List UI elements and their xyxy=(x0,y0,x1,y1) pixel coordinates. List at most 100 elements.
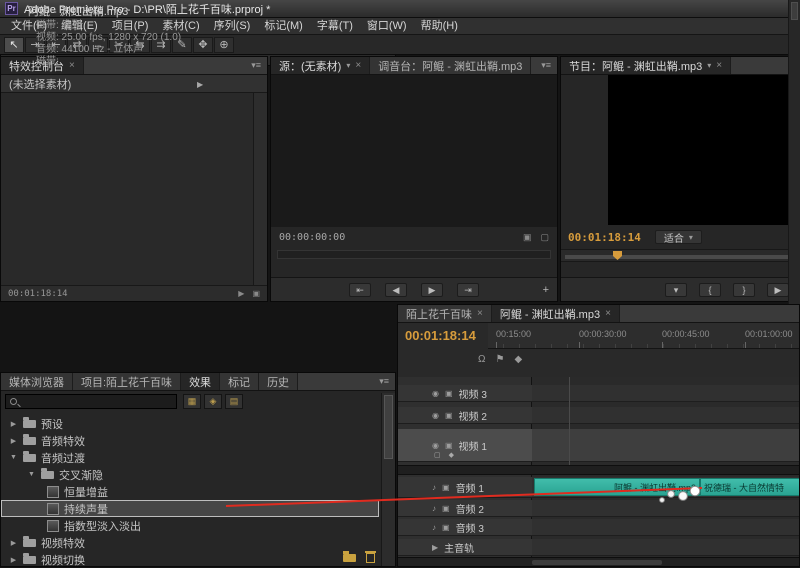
set-chapter-icon[interactable]: ◆ xyxy=(514,354,522,365)
track-header[interactable]: ▶ 主音轨 xyxy=(398,539,532,556)
toggle-track-output-icon[interactable]: ♪ xyxy=(432,523,436,532)
tree-item-constant-power[interactable]: 持续声量 xyxy=(1,500,379,517)
track-header[interactable]: ♪ ▣ 音频 2 xyxy=(398,500,532,517)
tab-program[interactable]: 节目：阿鲲 - 渊虹出鞘.mp3 ▾ × xyxy=(561,57,732,74)
track-lane[interactable] xyxy=(532,539,799,556)
close-icon[interactable]: × xyxy=(477,308,483,319)
chevron-down-icon[interactable]: ▾ xyxy=(707,61,711,70)
audio-clip-2[interactable]: 祝德瑞 - 大自然情特 xyxy=(700,478,799,496)
track-lane[interactable] xyxy=(532,500,799,517)
tab-effects[interactable]: 效果 xyxy=(181,373,221,390)
video-audio-splitter[interactable] xyxy=(398,465,799,475)
go-to-end-button[interactable]: ⇥ xyxy=(457,282,479,297)
close-icon[interactable]: × xyxy=(605,308,611,319)
filter-yuv-button[interactable]: ▤ xyxy=(225,394,243,409)
track-header[interactable]: ♪ ▣ 音频 3 xyxy=(398,519,532,536)
twisty-collapsed-icon[interactable]: ▶ xyxy=(9,420,18,428)
timeline-horizontal-scrollbar[interactable] xyxy=(398,557,799,566)
twisty-collapsed-icon[interactable]: ▶ xyxy=(9,556,18,564)
tab-markers[interactable]: 标记 xyxy=(220,373,260,390)
menu-window[interactable]: 窗口(W) xyxy=(360,18,414,35)
audio-clip-1[interactable]: 阿鲲 - 渊虹出鞘.mp3 xyxy=(534,478,700,496)
track-header[interactable]: ◉ ▣ 视频 3 xyxy=(398,385,532,402)
export-frame-icon[interactable]: ▢ xyxy=(540,232,549,243)
tab-source[interactable]: 源：(无素材) ▾ × xyxy=(271,57,371,74)
menu-help[interactable]: 帮助(H) xyxy=(414,18,465,35)
toggle-track-output-icon[interactable]: ♪ xyxy=(432,504,436,513)
hand-tool-button[interactable]: ✥ xyxy=(193,36,213,53)
set-display-style-icon[interactable]: ▣ xyxy=(445,411,453,420)
source-zoom-scrollbar[interactable] xyxy=(277,250,551,259)
tree-item-audio-effects[interactable]: ▶ 音频特效 xyxy=(1,432,379,449)
track-lane[interactable] xyxy=(532,519,799,536)
effect-controls-scrollbar[interactable] xyxy=(253,93,267,285)
go-to-start-button[interactable]: ⇤ xyxy=(349,282,371,297)
delete-icon[interactable] xyxy=(365,551,376,563)
set-display-style-icon[interactable]: ▣ xyxy=(442,504,450,513)
toggle-track-output-icon[interactable]: ◉ xyxy=(432,389,439,398)
tab-sequence-2[interactable]: 阿鲲 - 渊虹出鞘.mp3 × xyxy=(491,305,620,322)
menu-marker[interactable]: 标记(M) xyxy=(257,18,310,35)
twisty-expanded-icon[interactable]: ▼ xyxy=(9,454,18,461)
program-timecode[interactable]: 00:01:18:14 xyxy=(568,231,641,244)
play-button[interactable]: ▶ xyxy=(421,282,443,297)
close-icon[interactable]: × xyxy=(716,60,722,71)
twisty-collapsed-icon[interactable]: ▶ xyxy=(9,437,18,445)
tree-item-video-effects[interactable]: ▶ 视频特效 xyxy=(1,534,379,551)
step-back-button[interactable]: ◀ xyxy=(385,282,407,297)
go-to-out-button[interactable]: } xyxy=(733,282,755,297)
twisty-expanded-icon[interactable]: ▼ xyxy=(27,471,36,478)
close-icon[interactable]: × xyxy=(69,60,75,71)
selection-tool-button[interactable]: ↖ xyxy=(4,36,24,53)
set-marker-icon[interactable]: ⚑ xyxy=(495,354,504,365)
effects-scrollbar[interactable] xyxy=(381,393,395,566)
toggle-track-output-icon[interactable]: ♪ xyxy=(432,483,436,492)
display-style-icon[interactable]: ▢ xyxy=(434,451,441,459)
filter-accelerated-button[interactable]: ▦ xyxy=(183,394,201,409)
tree-item-exponential-fade[interactable]: 指数型淡入淡出 xyxy=(1,517,379,534)
panel-menu-icon[interactable]: ▾≡ xyxy=(373,373,395,390)
toggle-track-output-icon[interactable]: ◉ xyxy=(432,411,439,420)
panel-menu-icon[interactable]: ▾≡ xyxy=(245,57,267,74)
track-lane[interactable]: 阿鲲 - 渊虹出鞘.mp3 祝德瑞 - 大自然情特 xyxy=(532,477,799,498)
track-header[interactable]: ♪ ▣ 音频 1 xyxy=(398,477,532,498)
program-scrub-bar[interactable] xyxy=(561,249,799,262)
twisty-collapsed-icon[interactable]: ▶ xyxy=(9,539,18,547)
tree-item-audio-transitions[interactable]: ▼ 音频过渡 xyxy=(1,449,379,466)
track-lane[interactable] xyxy=(532,407,799,424)
filter-32bit-button[interactable]: ◈ xyxy=(204,394,222,409)
panel-menu-icon[interactable]: ▾≡ xyxy=(535,57,557,74)
go-to-in-button[interactable]: { xyxy=(699,282,721,297)
set-display-style-icon[interactable]: ▣ xyxy=(442,523,450,532)
time-ruler[interactable]: 00:15:00 00:00:30:00 00:00:45:00 00:01:0… xyxy=(488,323,799,349)
chevron-down-icon[interactable]: ▾ xyxy=(346,61,350,70)
keyframes-icon[interactable]: ◆ xyxy=(449,451,454,459)
timeline-timecode[interactable]: 00:01:18:14 xyxy=(405,328,476,343)
add-marker-button[interactable]: ▾ xyxy=(665,282,687,297)
menu-sequence[interactable]: 序列(S) xyxy=(207,18,258,35)
twisty-collapsed-icon[interactable]: ▶ xyxy=(432,543,438,552)
zoom-level-dropdown[interactable]: 适合 ▾ xyxy=(654,230,702,245)
track-lane[interactable] xyxy=(532,429,799,462)
tree-item-crossfade[interactable]: ▼ 交叉渐隐 xyxy=(1,466,379,483)
tree-item-presets[interactable]: ▶ 预设 xyxy=(1,415,379,432)
toggle-track-output-icon[interactable]: ◉ xyxy=(432,441,439,450)
keyframe-icon[interactable]: ▣ xyxy=(252,289,260,298)
play-icon[interactable]: ▶ xyxy=(238,289,244,298)
set-display-style-icon[interactable]: ▣ xyxy=(442,483,450,492)
tab-project[interactable]: 项目:陌上花千百味 xyxy=(73,373,182,390)
tab-sequence-1[interactable]: 陌上花千百味 × xyxy=(398,305,492,322)
set-display-style-icon[interactable]: ▣ xyxy=(445,441,453,450)
tree-item-constant-gain[interactable]: 恒量增益 xyxy=(1,483,379,500)
tab-audio-mixer[interactable]: 调音台：阿鲲 - 渊虹出鞘.mp3 xyxy=(370,57,532,74)
track-lane[interactable] xyxy=(532,385,799,402)
track-header[interactable]: ◉ ▣ 视频 1 ▢ ◆ xyxy=(398,429,532,462)
viewable-area-bar[interactable] xyxy=(565,255,795,259)
track-header[interactable]: ◉ ▣ 视频 2 xyxy=(398,407,532,424)
new-custom-bin-icon[interactable] xyxy=(343,551,356,562)
effects-search-input[interactable] xyxy=(5,394,177,409)
output-settings-icon[interactable]: ▣ xyxy=(523,232,532,243)
set-display-style-icon[interactable]: ▣ xyxy=(445,389,453,398)
tree-item-video-transitions[interactable]: ▶ 视频切换 xyxy=(1,551,379,568)
zoom-tool-button[interactable]: ⊕ xyxy=(214,36,234,53)
